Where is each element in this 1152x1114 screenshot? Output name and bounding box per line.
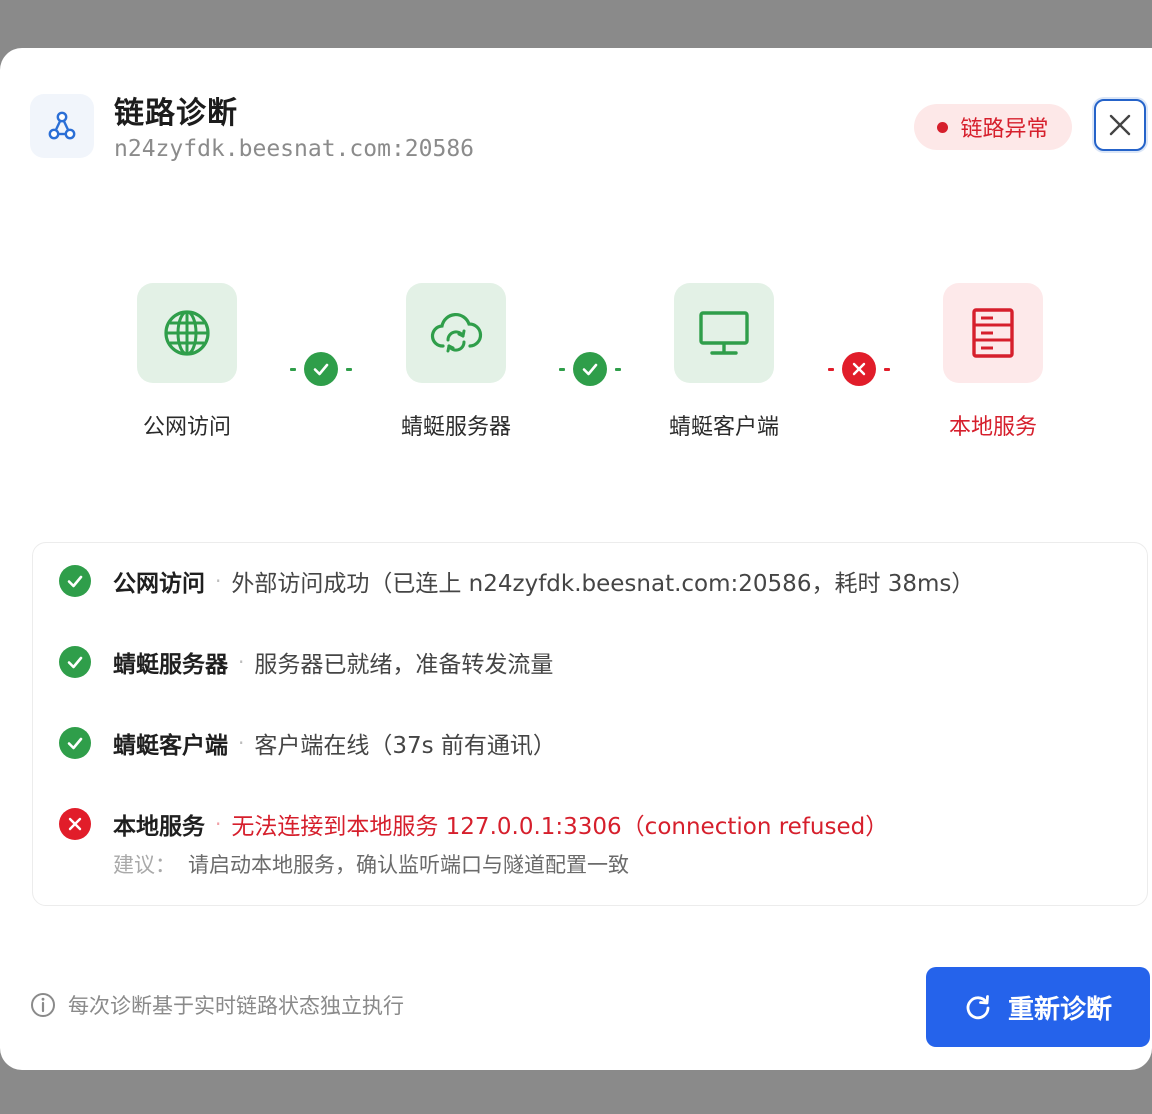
status-badge: 链路异常 xyxy=(914,104,1072,150)
diagnosis-dialog: 链路诊断 n24zyfdk.beesnat.com:20586 链路异常 公网访… xyxy=(0,48,1152,1070)
status-badge-label: 链路异常 xyxy=(960,117,1049,142)
flow-node-label: 公网访问 xyxy=(142,415,231,440)
cloud-sync-icon xyxy=(406,283,506,383)
check-name: 蜻蜓服务器 xyxy=(113,652,228,678)
cross-icon xyxy=(59,808,91,840)
check-icon xyxy=(573,352,607,386)
flow-connector-error xyxy=(827,351,891,387)
check-message: 服务器已就绪，准备转发流量 xyxy=(254,652,554,678)
check-row-public: 公网访问 · 外部访问成功（已连上 n24zyfdk.beesnat.com:2… xyxy=(59,564,974,598)
info-icon xyxy=(31,993,55,1017)
suggestion: 建议： 请启动本地服务，确认监听端口与隧道配置一致 xyxy=(113,849,629,879)
flow-node-public: 公网访问 xyxy=(87,283,287,441)
check-message: 客户端在线（37s 前有通讯） xyxy=(254,733,556,759)
flow-connector-ok xyxy=(289,351,353,387)
check-icon xyxy=(304,352,338,386)
cross-icon xyxy=(842,352,876,386)
close-icon xyxy=(1109,114,1131,136)
globe-icon xyxy=(137,283,237,383)
diagnosis-details: 公网访问 · 外部访问成功（已连上 n24zyfdk.beesnat.com:2… xyxy=(32,542,1148,906)
check-name: 公网访问 xyxy=(113,571,205,597)
flow-node-label: 本地服务 xyxy=(948,415,1037,440)
separator: · xyxy=(238,650,245,674)
check-row-server: 蜻蜓服务器 · 服务器已就绪，准备转发流量 xyxy=(59,645,553,679)
retry-diagnosis-button[interactable]: 重新诊断 xyxy=(926,967,1150,1047)
check-message: 外部访问成功（已连上 n24zyfdk.beesnat.com:20586，耗时… xyxy=(231,571,975,597)
check-name: 本地服务 xyxy=(113,814,205,840)
flow-connector-ok xyxy=(558,351,622,387)
suggestion-label: 建议： xyxy=(113,853,176,877)
suggestion-text: 请启动本地服务，确认监听端口与隧道配置一致 xyxy=(188,853,629,877)
separator: · xyxy=(215,569,222,593)
flow-node-label: 蜻蜓客户端 xyxy=(668,415,779,440)
check-message-error: 无法连接到本地服务 127.0.0.1:3306（connection refu… xyxy=(231,814,889,840)
check-name: 蜻蜓客户端 xyxy=(113,733,228,759)
footer-note: 每次诊断基于实时链路状态独立执行 xyxy=(30,990,404,1020)
retry-button-label: 重新诊断 xyxy=(1007,994,1112,1025)
check-icon xyxy=(59,646,91,678)
flow-node-server: 蜻蜓服务器 xyxy=(356,283,556,441)
status-dot-icon xyxy=(937,121,949,133)
separator: · xyxy=(238,731,245,755)
check-icon xyxy=(59,565,91,597)
flow-node-client: 蜻蜓客户端 xyxy=(624,283,824,441)
flow-node-label: 蜻蜓服务器 xyxy=(400,415,511,440)
check-row-client: 蜻蜓客户端 · 客户端在线（37s 前有通讯） xyxy=(59,726,556,760)
flow-node-local-service: 本地服务 xyxy=(893,283,1093,441)
page-title: 链路诊断 xyxy=(114,96,238,131)
check-icon xyxy=(59,727,91,759)
monitor-icon xyxy=(674,283,774,383)
separator: · xyxy=(215,812,222,836)
tunnel-address: n24zyfdk.beesnat.com:20586 xyxy=(114,136,475,162)
server-icon xyxy=(943,283,1043,383)
check-row-local-service: 本地服务 · 无法连接到本地服务 127.0.0.1:3306（connecti… xyxy=(59,807,888,841)
footer-note-text: 每次诊断基于实时链路状态独立执行 xyxy=(68,994,404,1018)
close-button[interactable] xyxy=(1094,99,1146,151)
network-topology-icon xyxy=(30,94,94,158)
refresh-icon xyxy=(966,995,990,1020)
